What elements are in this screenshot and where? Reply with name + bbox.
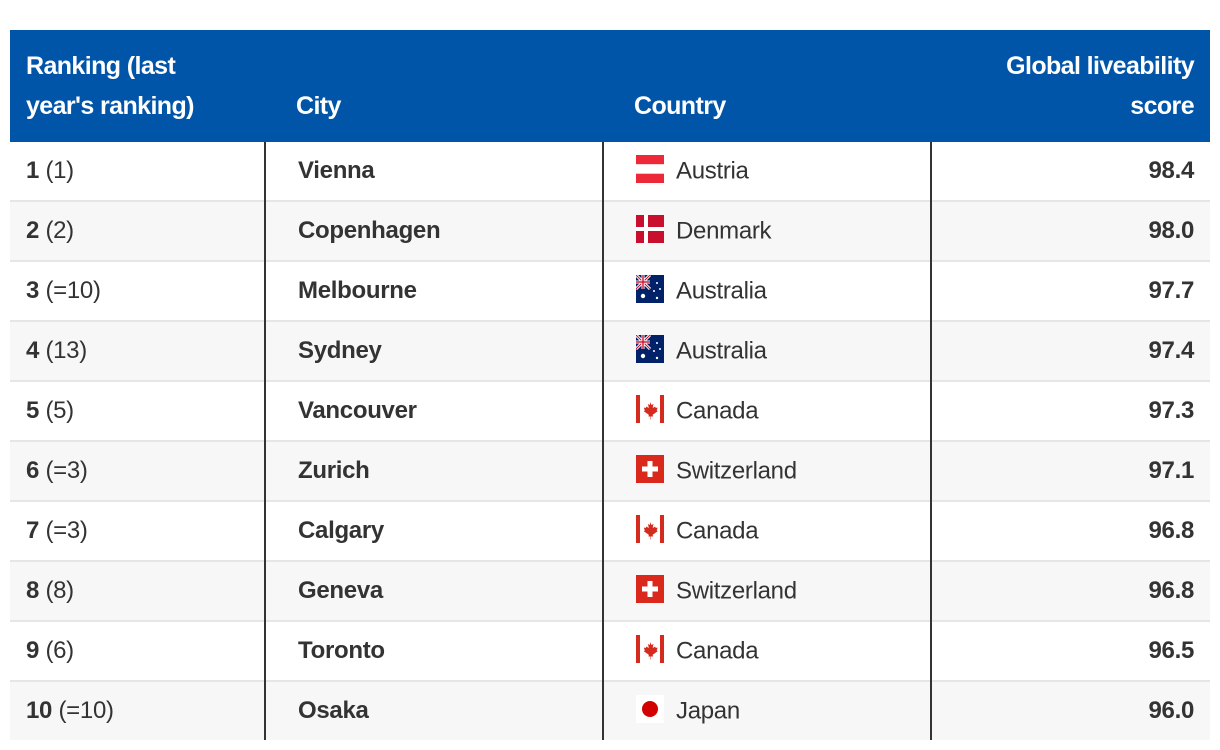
- ranking-cell: 3 (=10): [10, 260, 265, 321]
- rank: 5: [26, 397, 40, 424]
- city-cell: Copenhagen: [264, 200, 603, 261]
- country-cell: Switzerland: [602, 440, 931, 501]
- ranking-cell: 2 (2): [10, 200, 265, 261]
- country-name: Switzerland: [676, 577, 797, 605]
- city-cell: Osaka: [264, 680, 603, 740]
- ranking-cell: 4 (13): [10, 320, 265, 381]
- city-cell: Geneva: [264, 560, 603, 621]
- city-cell: Melbourne: [264, 260, 603, 321]
- ranking-cell: 1 (1): [10, 142, 265, 201]
- country-name: Japan: [676, 697, 740, 725]
- rank: 1: [26, 157, 40, 184]
- rank: 3: [26, 277, 40, 304]
- table-row: 8 (8) Geneva Switzerland 96.8: [10, 560, 1210, 621]
- header-score[interactable]: Global liveability score: [931, 30, 1210, 142]
- city-cell: Zurich: [264, 440, 603, 501]
- table-row: 5 (5) Vancouver Canada 97.3: [10, 380, 1210, 441]
- score-cell: 97.4: [930, 320, 1210, 381]
- last-year-rank: (6): [45, 637, 74, 664]
- country-cell: Japan: [602, 680, 931, 740]
- japan-flag-icon: [636, 695, 664, 724]
- rank: 7: [26, 517, 40, 544]
- ranking-cell: 9 (6): [10, 620, 265, 681]
- score-cell: 96.8: [930, 500, 1210, 561]
- country-name: Australia: [676, 277, 767, 305]
- country-cell: Australia: [602, 260, 931, 321]
- canada-flag-icon: [636, 515, 664, 544]
- ranking-cell: 5 (5): [10, 380, 265, 441]
- last-year-rank: (=10): [58, 697, 114, 724]
- score-cell: 98.4: [930, 142, 1210, 201]
- last-year-rank: (8): [45, 577, 74, 604]
- rank: 8: [26, 577, 40, 604]
- city-cell: Vancouver: [264, 380, 603, 441]
- australia-flag-icon: [636, 275, 664, 304]
- last-year-rank: (2): [45, 217, 74, 244]
- country-name: Canada: [676, 517, 759, 545]
- table-row: 2 (2) Copenhagen Denmark 98.0: [10, 200, 1210, 261]
- country-cell: Canada: [602, 500, 931, 561]
- table-row: 9 (6) Toronto Canada 96.5: [10, 620, 1210, 681]
- city-cell: Toronto: [264, 620, 603, 681]
- last-year-rank: (=3): [45, 517, 88, 544]
- last-year-rank: (=3): [45, 457, 88, 484]
- country-cell: Canada: [602, 380, 931, 441]
- ranking-cell: 8 (8): [10, 560, 265, 621]
- australia-flag-icon: [636, 335, 664, 364]
- country-cell: Austria: [602, 142, 931, 201]
- canada-flag-icon: [636, 395, 664, 424]
- score-cell: 97.3: [930, 380, 1210, 441]
- liveability-table: Ranking (last year's ranking) City Count…: [10, 30, 1210, 740]
- canada-flag-icon: [636, 635, 664, 664]
- table-body: 1 (1) Vienna Austria 98.4 2 (2) Copenhagen Den…: [10, 142, 1210, 740]
- country-name: Australia: [676, 337, 767, 365]
- rank: 4: [26, 337, 40, 364]
- table-header: Ranking (last year's ranking) City Count…: [10, 30, 1210, 142]
- switzerland-flag-icon: [636, 575, 664, 604]
- score-cell: 97.1: [930, 440, 1210, 501]
- country-name: Canada: [676, 637, 759, 665]
- city-cell: Sydney: [264, 320, 603, 381]
- rank: 6: [26, 457, 40, 484]
- country-cell: Australia: [602, 320, 931, 381]
- rank: 9: [26, 637, 40, 664]
- country-cell: Denmark: [602, 200, 931, 261]
- ranking-cell: 6 (=3): [10, 440, 265, 501]
- country-name: Switzerland: [676, 457, 797, 485]
- score-cell: 96.8: [930, 560, 1210, 621]
- table-row: 4 (13) Sydney Australia 97.4: [10, 320, 1210, 381]
- last-year-rank: (=10): [45, 277, 101, 304]
- table-row: 1 (1) Vienna Austria 98.4: [10, 142, 1210, 201]
- table-row: 3 (=10) Melbourne Australia 97.7: [10, 260, 1210, 321]
- city-cell: Calgary: [264, 500, 603, 561]
- austria-flag-icon: [636, 155, 664, 184]
- score-cell: 96.0: [930, 680, 1210, 740]
- last-year-rank: (13): [45, 337, 87, 364]
- country-name: Austria: [676, 157, 749, 185]
- country-name: Canada: [676, 397, 759, 425]
- header-city[interactable]: City: [265, 30, 603, 142]
- score-cell: 98.0: [930, 200, 1210, 261]
- table-row: 7 (=3) Calgary Canada 96.8: [10, 500, 1210, 561]
- score-cell: 97.7: [930, 260, 1210, 321]
- denmark-flag-icon: [636, 215, 664, 244]
- rank: 10: [26, 697, 53, 724]
- header-country[interactable]: Country: [603, 30, 931, 142]
- country-name: Denmark: [676, 217, 772, 245]
- switzerland-flag-icon: [636, 455, 664, 484]
- country-cell: Canada: [602, 620, 931, 681]
- ranking-cell: 7 (=3): [10, 500, 265, 561]
- table-row: 10 (=10) Osaka Japan 96.0: [10, 680, 1210, 740]
- rank: 2: [26, 217, 40, 244]
- header-ranking[interactable]: Ranking (last year's ranking): [10, 30, 265, 142]
- city-cell: Vienna: [264, 142, 603, 201]
- score-cell: 96.5: [930, 620, 1210, 681]
- last-year-rank: (1): [45, 157, 74, 184]
- last-year-rank: (5): [45, 397, 74, 424]
- table-row: 6 (=3) Zurich Switzerland 97.1: [10, 440, 1210, 501]
- ranking-cell: 10 (=10): [10, 680, 265, 740]
- country-cell: Switzerland: [602, 560, 931, 621]
